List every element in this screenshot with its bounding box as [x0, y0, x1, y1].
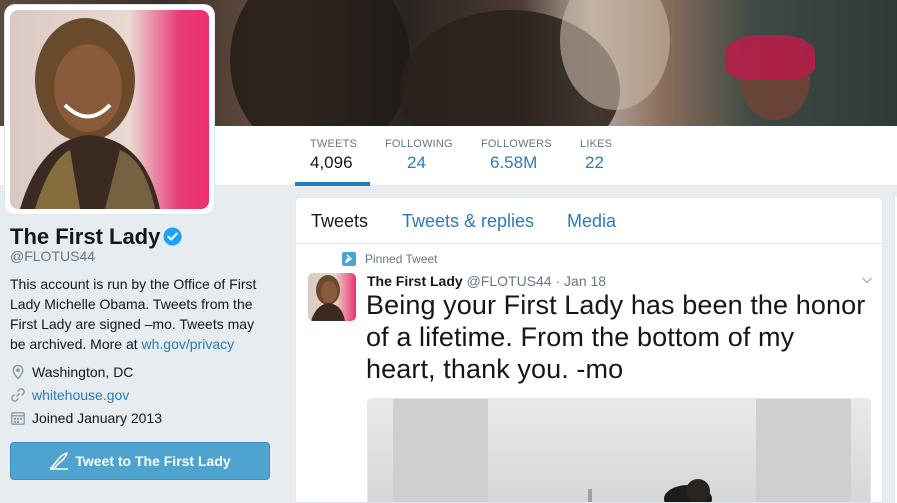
tab-tweets-replies[interactable]: Tweets & replies [402, 211, 534, 232]
stat-value: 4,096 [310, 153, 353, 172]
joined-text: Joined January 2013 [32, 410, 162, 426]
profile-joined: Joined January 2013 [10, 410, 162, 426]
calendar-icon [11, 412, 25, 425]
location-text: Washington, DC [32, 364, 134, 380]
profile-handle[interactable]: @FLOTUS44 [10, 248, 95, 264]
tweet-text: Being your First Lady has been the honor… [366, 290, 866, 384]
pin-icon [342, 252, 356, 266]
stat-value: 6.58M [490, 153, 538, 172]
timeline: Tweets Tweets & replies Media Pinned Twe… [295, 197, 883, 503]
stat-followers[interactable]: FOLLOWERS 6.58M [481, 138, 552, 173]
profile-bio: This account is run by the Office of Fir… [10, 274, 272, 354]
stat-value: 24 [407, 153, 426, 172]
tweet-to-label: Tweet to The First Lady [75, 453, 231, 469]
stat-label: FOLLOWERS [481, 138, 552, 150]
profile-location: Washington, DC [10, 364, 133, 380]
stat-label: LIKES [580, 138, 613, 150]
link-icon [11, 388, 25, 402]
tweet-author-avatar[interactable] [308, 273, 356, 321]
stat-label: TWEETS [310, 138, 358, 150]
timeline-tabs: Tweets Tweets & replies Media [296, 198, 882, 244]
tab-tweets[interactable]: Tweets [311, 211, 368, 232]
stat-label: FOLLOWING [385, 138, 453, 150]
tweet-meta[interactable]: @FLOTUS44 · Jan 18 [467, 273, 607, 289]
chevron-down-icon[interactable] [861, 274, 873, 286]
tweet-header: The First Lady @FLOTUS44 · Jan 18 [367, 273, 606, 289]
stat-value: 22 [585, 153, 604, 172]
profile-website: whitehouse.gov [10, 387, 129, 403]
profile-name[interactable]: The First Lady [10, 224, 160, 250]
quill-icon [50, 452, 69, 470]
tab-media[interactable]: Media [567, 211, 616, 232]
tweet-media-image[interactable] [367, 398, 871, 502]
active-stat-indicator [295, 182, 370, 186]
pinned-text: Pinned Tweet [365, 252, 438, 266]
bio-privacy-link[interactable]: wh.gov/privacy [142, 336, 235, 352]
verified-badge-icon [163, 227, 182, 246]
tweet-to-button[interactable]: Tweet to The First Lady [10, 442, 270, 480]
stat-following[interactable]: FOLLOWING 24 [385, 138, 453, 173]
stat-tweets[interactable]: TWEETS 4,096 [310, 138, 357, 173]
pinned-label: Pinned Tweet [342, 252, 438, 266]
stat-likes[interactable]: LIKES 22 [580, 138, 612, 173]
website-link[interactable]: whitehouse.gov [32, 387, 129, 403]
location-pin-icon [12, 364, 24, 380]
profile-avatar[interactable] [5, 5, 214, 214]
avatar-image [10, 10, 209, 209]
tweet-author-name[interactable]: The First Lady [367, 273, 463, 289]
